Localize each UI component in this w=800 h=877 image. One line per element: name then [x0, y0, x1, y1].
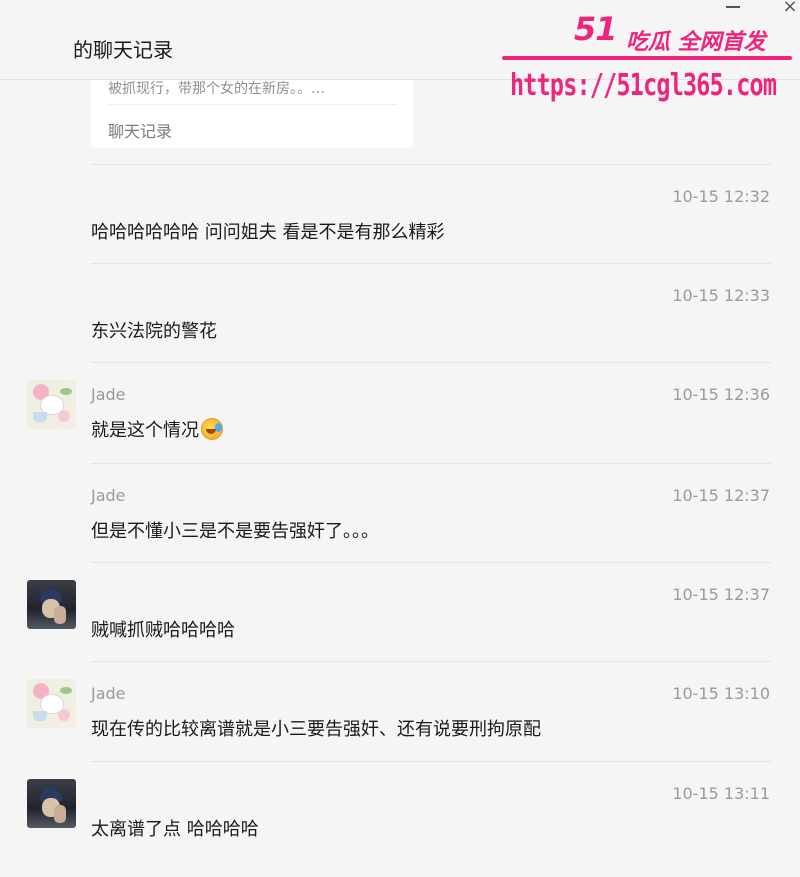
message-item: 10-15 13:11 太离谱了点 哈哈哈哈	[0, 762, 800, 861]
message-item: 10-15 12:32 哈哈哈哈哈哈 问问姐夫 看是不是有那么精彩	[0, 165, 800, 264]
sender-name: Jade	[91, 684, 126, 703]
window-title: 的聊天记录	[73, 38, 173, 62]
sender-name: Jade	[91, 385, 126, 404]
message-item: Jade 10-15 13:10 现在传的比较离谱就是小三要告强奸、还有说要刑拘…	[0, 662, 800, 761]
card-divider	[108, 104, 397, 105]
jade-avatar[interactable]	[27, 679, 76, 728]
message-time: 10-15 12:37	[672, 486, 770, 505]
watermark-logo: 51	[574, 10, 618, 48]
jade-avatar[interactable]	[27, 380, 76, 429]
message-text[interactable]: 哈哈哈哈哈哈 问问姐夫 看是不是有那么精彩	[91, 218, 444, 244]
watermark-underline	[502, 56, 792, 60]
message-text[interactable]: 现在传的比较离谱就是小三要告强奸、还有说要刑拘原配	[91, 715, 541, 741]
message-text[interactable]: 东兴法院的警花	[91, 317, 217, 343]
message-time: 10-15 12:33	[672, 286, 770, 305]
message-text[interactable]: 就是这个情况	[91, 416, 223, 442]
watermark: 51 吃瓜 全网首发 https://51cgl365.com	[496, 6, 800, 106]
message-item: 10-15 12:33 东兴法院的警花	[0, 264, 800, 363]
message-item: Jade 10-15 12:37 但是不懂小三是不是要告强奸了。。。	[0, 464, 800, 563]
message-time: 10-15 12:32	[672, 187, 770, 206]
chat-history-label: 聊天记录	[108, 122, 173, 141]
message-time: 10-15 13:11	[672, 784, 770, 803]
message-text-content: 就是这个情况	[91, 420, 199, 441]
watermark-url: https://51cgl365.com	[510, 68, 777, 103]
message-item: Jade 10-15 12:36 就是这个情况	[0, 363, 800, 462]
quoted-message-preview: 被抓现行，带那个女的在新房。。…	[108, 81, 325, 97]
message-time: 10-15 13:10	[672, 684, 770, 703]
sender-name: Jade	[91, 486, 126, 505]
user-avatar[interactable]	[27, 580, 76, 629]
crying-laughing-emoji-icon	[201, 418, 223, 440]
message-text[interactable]: 太离谱了点 哈哈哈哈	[91, 815, 259, 841]
message-item: 10-15 12:37 贼喊抓贼哈哈哈哈	[0, 563, 800, 662]
message-time: 10-15 12:36	[672, 385, 770, 404]
user-avatar[interactable]	[27, 779, 76, 828]
watermark-slogan: 吃瓜 全网首发	[626, 30, 766, 55]
message-time: 10-15 12:37	[672, 585, 770, 604]
message-text[interactable]: 贼喊抓贼哈哈哈哈	[91, 616, 235, 642]
message-text[interactable]: 但是不懂小三是不是要告强奸了。。。	[91, 517, 379, 543]
